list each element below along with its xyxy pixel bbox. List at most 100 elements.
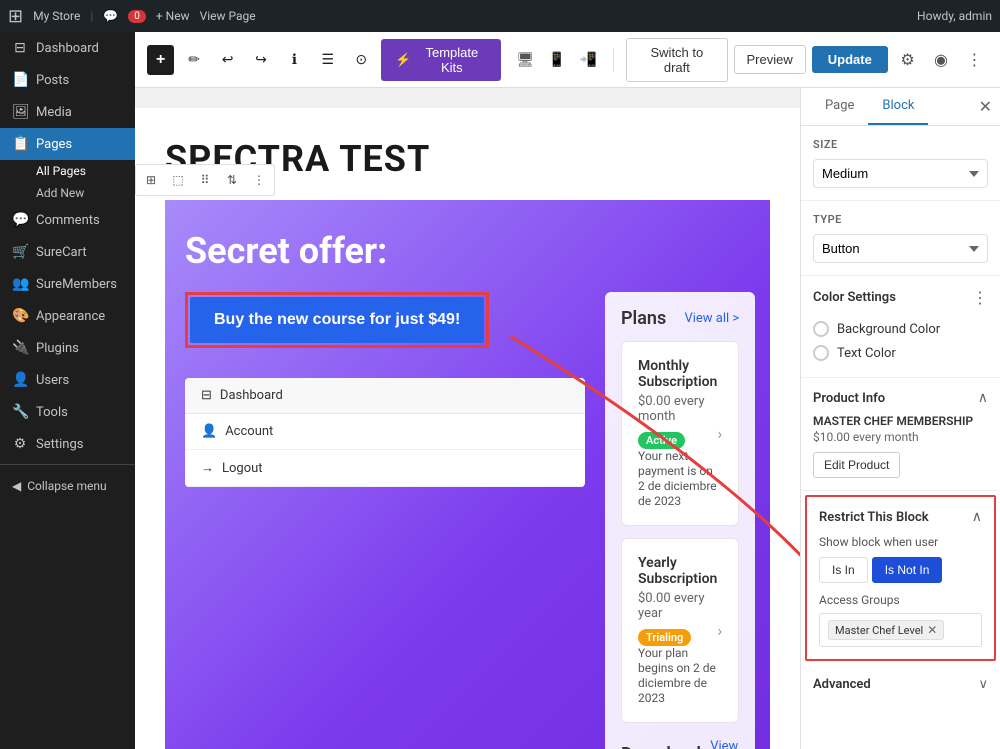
sidebar-item-pages[interactable]: 📋 Pages — [0, 128, 135, 160]
size-select[interactable]: Medium — [813, 159, 988, 188]
dashboard-icon: ⊟ — [12, 40, 28, 56]
product-info-header: Product Info ∧ — [813, 390, 988, 406]
size-label: SIZE — [813, 138, 988, 151]
undo-button[interactable]: ↩ — [214, 45, 241, 75]
plan-info-monthly: Monthly Subscription $0.00 every month A… — [638, 358, 717, 509]
sidebar-item-plugins[interactable]: 🔌 Plugins — [0, 332, 135, 364]
add-block-button[interactable]: + — [147, 45, 174, 75]
is-in-toggle[interactable]: Is In — [819, 557, 868, 583]
access-tag-label: Master Chef Level — [835, 624, 923, 637]
block-move-left-button[interactable]: ⬚ — [165, 167, 191, 193]
admin-bar-store[interactable]: My Store — [33, 9, 80, 23]
block-options-button[interactable]: ⊙ — [348, 45, 375, 75]
right-column: Plans View all > Monthly Subscription $0… — [605, 292, 755, 749]
template-kits-label: Template Kits — [417, 45, 486, 75]
sidebar-item-settings[interactable]: ⚙ Settings — [0, 428, 135, 460]
plan-card-monthly[interactable]: Monthly Subscription $0.00 every month A… — [621, 341, 739, 526]
right-panel: Page Block ✕ SIZE Medium TYPE Button Col… — [800, 88, 1000, 749]
preview-button[interactable]: Preview — [734, 45, 806, 74]
restrict-block-toggle[interactable]: ∧ — [972, 509, 982, 525]
access-tag-remove[interactable]: ✕ — [927, 623, 937, 637]
template-kits-button[interactable]: ⚡ Template Kits — [381, 39, 501, 81]
redo-button[interactable]: ↪ — [247, 45, 274, 75]
sidebar-item-media[interactable]: 🖼 Media — [0, 96, 135, 128]
access-tag-master-chef: Master Chef Level ✕ — [828, 620, 944, 640]
text-color-label: Text Color — [837, 346, 896, 361]
restrict-block-section: Restrict This Block ∧ Show block when us… — [805, 495, 996, 661]
block-move-up-button[interactable]: ⇅ — [219, 167, 245, 193]
more-options-button[interactable]: ⋮ — [961, 45, 988, 75]
sidebar-item-comments[interactable]: 💬 Comments — [0, 204, 135, 236]
plan-arrow-icon-yearly: › — [717, 621, 722, 640]
plans-view-all[interactable]: View all > — [684, 311, 739, 326]
member-menu-logout[interactable]: → Logout — [185, 450, 585, 487]
account-circle-button[interactable]: ◉ — [927, 45, 954, 75]
edit-product-button[interactable]: Edit Product — [813, 452, 900, 478]
update-button[interactable]: Update — [812, 46, 888, 73]
panel-tab-page[interactable]: Page — [811, 88, 868, 125]
sidebar-item-suremembers[interactable]: 👥 SureMembers — [0, 268, 135, 300]
tools-button[interactable]: ✏ — [180, 45, 207, 75]
plan-arrow-icon-monthly: › — [717, 424, 722, 443]
sidebar-item-label: Media — [36, 105, 72, 120]
panel-tab-block[interactable]: Block — [868, 88, 928, 125]
admin-bar-comments-icon[interactable]: 💬 — [103, 9, 118, 23]
product-info-toggle[interactable]: ∧ — [978, 390, 988, 406]
admin-bar-new[interactable]: + New — [156, 9, 190, 23]
product-price: $10.00 every month — [813, 430, 988, 444]
color-settings-menu-icon[interactable]: ⋮ — [972, 288, 988, 307]
desktop-view-button[interactable]: 🖥 — [513, 46, 539, 74]
panel-tabs: Page Block ✕ — [801, 88, 1000, 126]
sidebar-item-label: Tools — [36, 405, 68, 420]
plan-card-yearly[interactable]: Yearly Subscription $0.00 every year Tri… — [621, 538, 739, 723]
type-label: TYPE — [813, 213, 988, 226]
block-more-options[interactable]: ⋮ — [246, 167, 272, 193]
sidebar-item-label: Pages — [36, 137, 72, 152]
downloads-view-all[interactable]: View all > — [710, 739, 739, 749]
sidebar-sub-add-new[interactable]: Add New — [0, 182, 135, 204]
plans-header: Plans View all > — [621, 308, 739, 329]
mobile-view-button[interactable]: 📲 — [576, 46, 602, 74]
toolbar-separator — [613, 48, 614, 72]
background-color-dot[interactable] — [813, 321, 829, 337]
sidebar-item-tools[interactable]: 🔧 Tools — [0, 396, 135, 428]
sidebar-item-dashboard[interactable]: ⊟ Dashboard — [0, 32, 135, 64]
wp-logo-icon[interactable]: ⊞ — [8, 6, 23, 27]
suremembers-icon: 👥 — [12, 276, 28, 292]
admin-bar-view-page[interactable]: View Page — [200, 9, 256, 23]
tablet-view-button[interactable]: 📱 — [544, 46, 570, 74]
sidebar-item-surecart[interactable]: 🛒 SureCart — [0, 236, 135, 268]
panel-type-section: TYPE Button — [801, 201, 1000, 276]
sidebar-item-label: Plugins — [36, 341, 79, 356]
panel-size-section: SIZE Medium — [801, 126, 1000, 201]
member-card-header: ⊟ Dashboard — [185, 378, 585, 414]
member-menu-account[interactable]: 👤 Account — [185, 414, 585, 450]
access-groups-input[interactable]: Master Chef Level ✕ — [819, 613, 982, 647]
background-color-label: Background Color — [837, 322, 940, 337]
collapse-menu-button[interactable]: ◀ Collapse menu — [0, 469, 135, 503]
sidebar-sub-all-pages[interactable]: All Pages — [0, 160, 135, 182]
advanced-title: Advanced — [813, 677, 871, 692]
info-button[interactable]: ℹ — [281, 45, 308, 75]
plan-price-yearly: $0.00 every year — [638, 591, 717, 621]
text-color-dot[interactable] — [813, 345, 829, 361]
sidebar-item-users[interactable]: 👤 Users — [0, 364, 135, 396]
block-drag-handle[interactable]: ⠿ — [192, 167, 218, 193]
cta-button[interactable]: Buy the new course for just $49! — [190, 297, 484, 343]
panel-close-button[interactable]: ✕ — [979, 97, 992, 117]
access-groups-label: Access Groups — [819, 593, 982, 607]
settings-gear-button[interactable]: ⚙ — [894, 45, 921, 75]
list-view-button[interactable]: ☰ — [314, 45, 341, 75]
block-type-button[interactable]: ⊞ — [138, 167, 164, 193]
is-not-in-toggle[interactable]: Is Not In — [872, 557, 943, 583]
advanced-toggle[interactable]: ∨ — [978, 677, 988, 692]
member-dashboard-label[interactable]: Dashboard — [220, 388, 283, 403]
sidebar-item-appearance[interactable]: 🎨 Appearance — [0, 300, 135, 332]
downloads-header: Downloads View all > — [621, 739, 739, 749]
type-select[interactable]: Button — [813, 234, 988, 263]
account-label: Account — [225, 424, 273, 439]
advanced-header: Advanced ∨ — [813, 677, 988, 692]
switch-to-draft-button[interactable]: Switch to draft — [626, 38, 727, 82]
sidebar-item-posts[interactable]: 📄 Posts — [0, 64, 135, 96]
plan-status-row-yearly: Trialing Your plan begins on 2 de diciem… — [638, 629, 717, 706]
